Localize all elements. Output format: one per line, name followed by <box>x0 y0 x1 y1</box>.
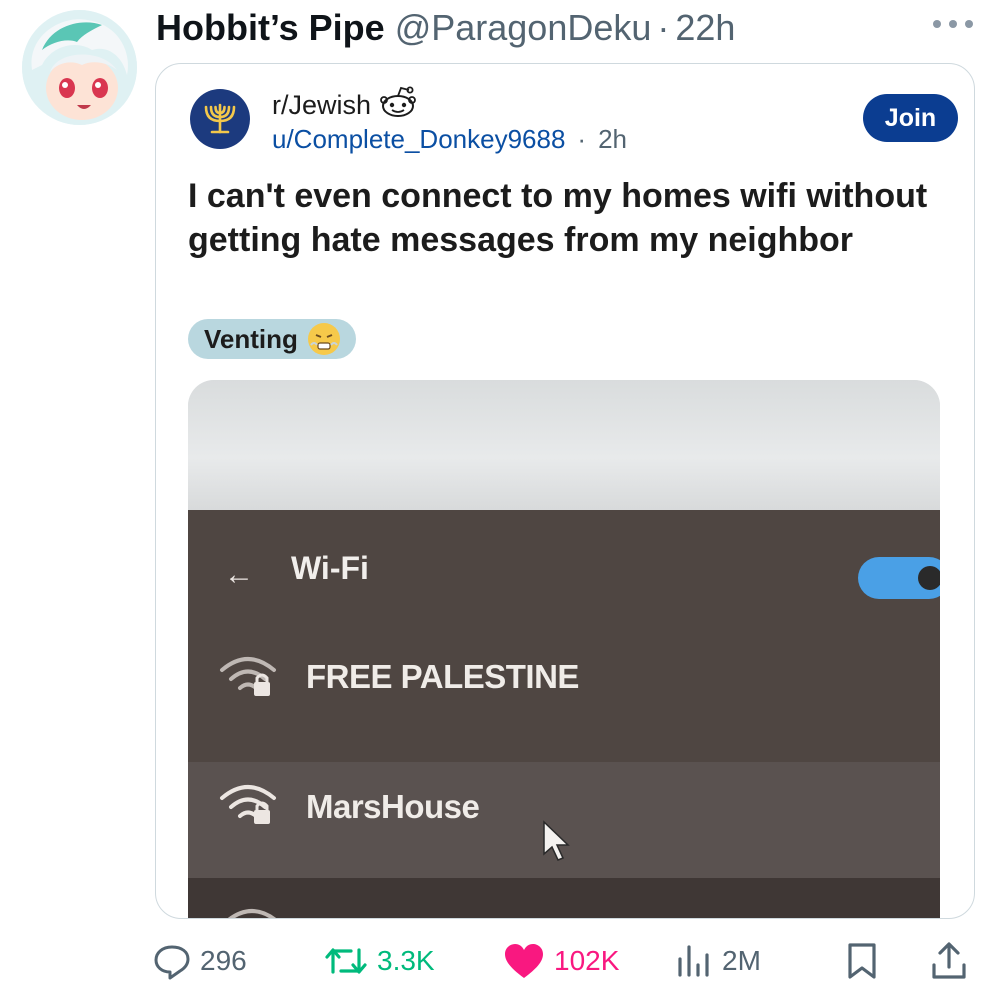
post-flair[interactable]: Venting <box>188 319 356 359</box>
post-age: 2h <box>598 124 628 154</box>
share-icon <box>932 942 966 979</box>
post-author-username: u/Complete_Donkey9688 <box>272 124 566 154</box>
handle[interactable]: @ParagonDeku <box>395 7 652 49</box>
reply-count: 296 <box>200 945 247 976</box>
repost-count: 3.3K <box>377 945 435 976</box>
tweet-time[interactable]: 22h <box>675 7 735 49</box>
menorah-icon[interactable] <box>190 89 250 149</box>
photo-background <box>188 380 940 510</box>
wifi-lock-icon <box>218 776 288 837</box>
wifi-icon-partial <box>222 900 282 918</box>
network-name: FREE PALESTINE <box>306 658 579 695</box>
like-button[interactable]: 102K <box>502 937 619 985</box>
embedded-media-card[interactable]: r/Jewish u/Complete_Donkey9688 · 2h Join I… <box>155 63 975 919</box>
wifi-lock-icon <box>218 648 288 709</box>
more-icon[interactable] <box>933 12 973 36</box>
views-button[interactable]: 2M <box>674 937 761 985</box>
wifi-header: Wi-Fi <box>291 550 369 586</box>
repost-icon <box>325 948 367 974</box>
back-arrow-icon: ← <box>224 558 254 591</box>
network-row <box>188 878 940 918</box>
heart-icon <box>505 944 543 978</box>
like-count: 102K <box>554 945 620 976</box>
flair-label: Venting <box>204 323 298 354</box>
post-image[interactable]: ← Wi-Fi FREE PALESTINE MarsHouse <box>188 380 940 918</box>
reply-button[interactable]: 296 <box>152 937 247 985</box>
tweet-actions: 296 3.3K 102K 2M <box>150 937 980 985</box>
reddit-snoo-icon <box>379 85 417 126</box>
reply-icon <box>154 945 190 980</box>
steaming-face-emoji-icon <box>307 323 340 355</box>
separator: · <box>577 124 587 154</box>
separator: · <box>657 7 670 48</box>
views-icon <box>678 945 709 977</box>
display-name[interactable]: Hobbit’s Pipe <box>156 7 385 49</box>
tweet-header: Hobbit’s Pipe @ParagonDeku · 22h <box>156 0 735 56</box>
subreddit-label: r/Jewish <box>272 90 372 120</box>
subreddit-name[interactable]: r/Jewish <box>272 85 417 126</box>
repost-button[interactable]: 3.3K <box>323 937 435 985</box>
avatar[interactable] <box>22 10 137 125</box>
share-button[interactable] <box>930 937 976 985</box>
view-count: 2M <box>722 945 761 976</box>
network-name: MarsHouse <box>306 788 480 825</box>
join-button[interactable]: Join <box>863 94 958 142</box>
bookmark-icon <box>848 943 876 979</box>
cursor-icon <box>540 820 574 869</box>
post-title[interactable]: I can't even connect to my homes wifi wi… <box>188 174 928 262</box>
post-author[interactable]: u/Complete_Donkey9688 · 2h <box>272 124 627 155</box>
wifi-toggle <box>858 557 940 599</box>
bookmark-button[interactable] <box>845 937 887 985</box>
